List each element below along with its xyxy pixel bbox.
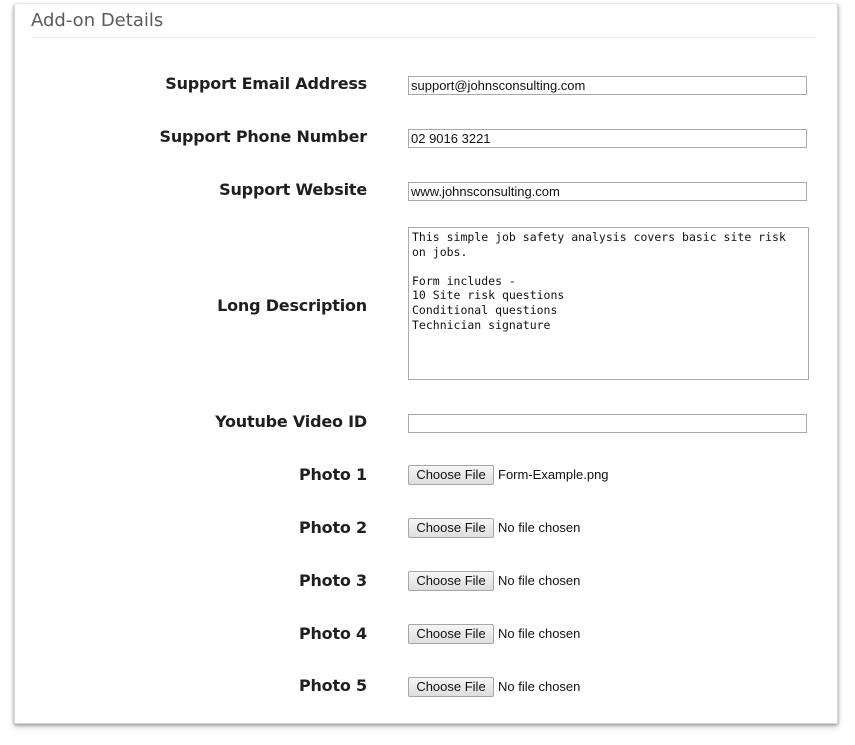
photo-1-file-name: Form-Example.png xyxy=(498,467,609,482)
add-on-details-panel: Add-on Details Support Email Address sup… xyxy=(14,4,838,724)
photo-3-label: Photo 3 xyxy=(298,571,367,590)
youtube-video-id-label: Youtube Video ID xyxy=(215,412,367,431)
photo-2-choose-file-button[interactable]: Choose File xyxy=(408,518,494,538)
support-phone-input[interactable]: 02 9016 3221 xyxy=(408,129,807,148)
photo-3-file-name: No file chosen xyxy=(498,573,581,588)
title-divider xyxy=(31,37,817,38)
support-email-input[interactable]: support@johnsconsulting.com xyxy=(408,76,807,95)
photo-4-file-name: No file chosen xyxy=(498,626,581,641)
photo-2-file-name: No file chosen xyxy=(498,520,581,535)
photo-4-label: Photo 4 xyxy=(298,624,367,643)
photo-3-choose-file-button[interactable]: Choose File xyxy=(408,571,494,591)
photo-5-file-name: No file chosen xyxy=(498,679,581,694)
photo-5-choose-file-button[interactable]: Choose File xyxy=(408,677,494,697)
support-website-input[interactable]: www.johnsconsulting.com xyxy=(408,182,807,201)
youtube-video-id-input[interactable] xyxy=(408,414,807,433)
panel-title: Add-on Details xyxy=(31,10,164,31)
photo-5-label: Photo 5 xyxy=(298,676,367,695)
support-phone-label: Support Phone Number xyxy=(159,127,368,146)
photo-4-choose-file-button[interactable]: Choose File xyxy=(408,624,494,644)
photo-1-choose-file-button[interactable]: Choose File xyxy=(408,465,494,485)
photo-1-label: Photo 1 xyxy=(298,465,367,484)
support-email-label: Support Email Address xyxy=(165,74,367,93)
long-description-label: Long Description xyxy=(217,296,367,315)
photo-2-label: Photo 2 xyxy=(298,518,367,537)
long-description-textarea[interactable]: This simple job safety analysis covers b… xyxy=(408,227,809,380)
support-website-label: Support Website xyxy=(219,180,367,199)
